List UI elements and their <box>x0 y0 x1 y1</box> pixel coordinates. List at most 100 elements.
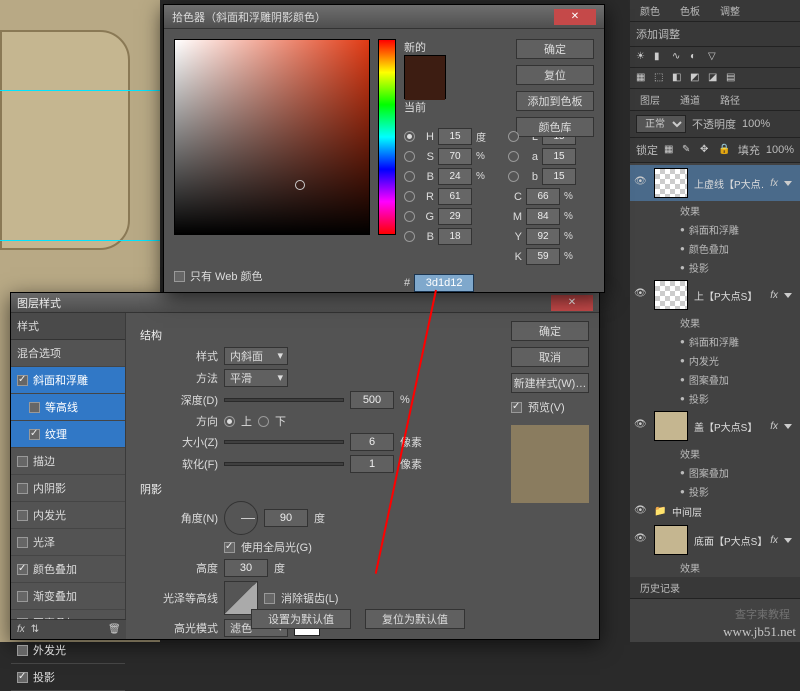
chevron-down-icon[interactable] <box>784 181 792 186</box>
layer-folder[interactable]: 👁 📁 中间层 <box>630 501 800 522</box>
color-field[interactable] <box>174 39 370 235</box>
tab-adjust[interactable]: 调整 <box>710 0 750 21</box>
fx-item[interactable]: 内发光 <box>630 351 800 370</box>
fx-item[interactable]: 颜色叠加 <box>630 239 800 258</box>
dir-up-radio[interactable] <box>224 416 235 427</box>
checkbox-icon[interactable] <box>29 402 40 413</box>
checkbox-icon[interactable] <box>17 375 28 386</box>
style-bevel[interactable]: 斜面和浮雕 <box>11 367 125 394</box>
h-input[interactable] <box>438 128 472 145</box>
close-button[interactable]: ✕ <box>554 9 596 25</box>
y-input[interactable] <box>526 228 560 245</box>
hue-icon[interactable]: ▦ <box>636 72 648 84</box>
brightness-icon[interactable]: ☀ <box>636 51 648 63</box>
bch-input[interactable] <box>438 228 472 245</box>
fx-badge[interactable]: fx <box>770 290 778 301</box>
bc-input[interactable] <box>542 168 576 185</box>
style-outer-glow[interactable]: 外发光 <box>11 637 125 664</box>
style-inner-glow[interactable]: 内发光 <box>11 502 125 529</box>
soften-slider[interactable] <box>224 462 344 466</box>
blend-options[interactable]: 混合选项 <box>11 340 125 367</box>
tab-color[interactable]: 颜色 <box>630 0 670 21</box>
fx-header[interactable]: 效果 <box>630 313 800 332</box>
layer-name[interactable]: 上【P大点S】 <box>694 288 764 303</box>
fx-item[interactable]: 投影 <box>630 389 800 408</box>
aa-check[interactable] <box>264 593 275 604</box>
l-radio[interactable] <box>508 131 519 142</box>
style-contour[interactable]: 等高线 <box>11 394 125 421</box>
style-stroke[interactable]: 描边 <box>11 448 125 475</box>
r-radio[interactable] <box>404 191 415 202</box>
blend-mode-select[interactable]: 正常 <box>636 115 686 133</box>
c-input[interactable] <box>526 188 560 205</box>
fx-item[interactable]: 斜面和浮雕 <box>630 332 800 351</box>
size-slider[interactable] <box>224 440 344 444</box>
checkbox-icon[interactable] <box>17 591 28 602</box>
cancel-button[interactable]: 取消 <box>511 347 589 367</box>
lock-px-icon[interactable]: ▦ <box>664 144 676 156</box>
layer-name[interactable]: 上虚线【P大点… <box>694 176 764 191</box>
add-swatch-button[interactable]: 添加到色板 <box>516 91 594 111</box>
trash-icon[interactable]: 🗑 <box>108 624 120 636</box>
dialog-titlebar[interactable]: 拾色器（斜面和浮雕阴影颜色） ✕ <box>164 5 604 29</box>
visibility-icon[interactable]: 👁 <box>634 419 648 433</box>
fx-header[interactable]: 效果 <box>630 558 800 577</box>
k-input[interactable] <box>526 248 560 265</box>
opacity-value[interactable]: 100% <box>742 118 770 130</box>
up-down-icon[interactable]: ⇅ <box>31 624 43 636</box>
layer-thumb[interactable] <box>654 280 688 310</box>
style-inner-shadow[interactable]: 内阴影 <box>11 475 125 502</box>
history-tab[interactable]: 历史记录 <box>630 577 800 599</box>
hex-input[interactable] <box>414 274 474 292</box>
style-color-overlay[interactable]: 颜色叠加 <box>11 556 125 583</box>
size-input[interactable] <box>350 433 394 451</box>
style-texture[interactable]: 纹理 <box>11 421 125 448</box>
layer-name[interactable]: 中间层 <box>672 504 796 519</box>
ok-button[interactable]: 确定 <box>511 321 589 341</box>
preview-check[interactable] <box>511 402 522 413</box>
checkbox-icon[interactable] <box>17 672 28 683</box>
style-select[interactable]: 内斜面 <box>224 347 288 365</box>
layer-name[interactable]: 盖【P大点S】 <box>694 419 764 434</box>
layer-row[interactable]: 👁 盖【P大点S】 fx <box>630 408 800 444</box>
s-radio[interactable] <box>404 151 415 162</box>
angle-input[interactable] <box>264 509 308 527</box>
visibility-icon[interactable]: 👁 <box>634 533 648 547</box>
reset-default-button[interactable]: 复位为默认值 <box>365 609 465 629</box>
fx-badge[interactable]: fx <box>770 421 778 432</box>
checkbox-icon[interactable] <box>17 564 28 575</box>
fx-item[interactable]: 图案叠加 <box>630 370 800 389</box>
style-drop-shadow[interactable]: 投影 <box>11 664 125 691</box>
tab-paths[interactable]: 路径 <box>710 89 750 110</box>
checkbox-icon[interactable] <box>17 510 28 521</box>
checkbox-icon[interactable] <box>17 456 28 467</box>
g-radio[interactable] <box>404 211 415 222</box>
lock-brush-icon[interactable]: ✎ <box>682 144 694 156</box>
ok-button[interactable]: 确定 <box>516 39 594 59</box>
depth-slider[interactable] <box>224 398 344 402</box>
tab-channels[interactable]: 通道 <box>670 89 710 110</box>
layer-row[interactable]: 👁 上虚线【P大点… fx <box>630 165 800 201</box>
checkbox-icon[interactable] <box>17 483 28 494</box>
checkbox-icon[interactable] <box>29 429 40 440</box>
layer-thumb[interactable] <box>654 168 688 198</box>
global-light-check[interactable] <box>224 542 235 553</box>
fill-value[interactable]: 100% <box>766 144 794 156</box>
tab-layers[interactable]: 图层 <box>630 89 670 110</box>
bc-radio[interactable] <box>508 171 519 182</box>
mixer-icon[interactable]: ◪ <box>708 72 720 84</box>
a-radio[interactable] <box>508 151 519 162</box>
style-gradient-overlay[interactable]: 渐变叠加 <box>11 583 125 610</box>
lookup-icon[interactable]: ▤ <box>726 72 738 84</box>
styles-header[interactable]: 样式 <box>11 313 125 340</box>
m-input[interactable] <box>526 208 560 225</box>
fx-item[interactable]: 投影 <box>630 258 800 277</box>
color-libs-button[interactable]: 颜色库 <box>516 117 594 137</box>
depth-input[interactable] <box>350 391 394 409</box>
checkbox-icon[interactable] <box>17 537 28 548</box>
bal-icon[interactable]: ⬚ <box>654 72 666 84</box>
new-style-button[interactable]: 新建样式(W)… <box>511 373 589 393</box>
b-radio[interactable] <box>404 171 415 182</box>
layer-thumb[interactable] <box>654 525 688 555</box>
dir-down-radio[interactable] <box>258 416 269 427</box>
